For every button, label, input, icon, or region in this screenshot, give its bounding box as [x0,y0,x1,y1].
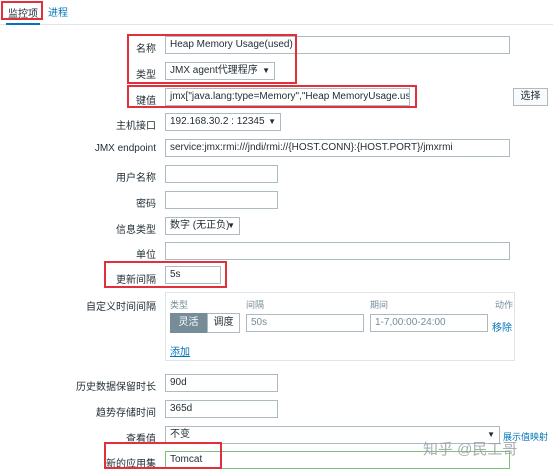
custom-intervals-table: 类型 间隔 期间 动作 灵活 调度 50s 1-7,00:00-24:00 移除… [165,292,515,361]
host-interface-select[interactable]: 192.168.30.2 : 12345 ▼ [165,113,281,131]
watermark-text: 知乎 @民工哥 [423,441,518,458]
highlight-box-update-interval [104,261,227,288]
host-interface-value: 192.168.30.2 : 12345 [170,116,265,127]
show-value-value: 不变 [170,429,190,440]
tab-bar: 监控项 进程 [0,0,553,25]
col-type-header: 类型 [170,300,189,310]
interval-input[interactable]: 50s [246,314,364,332]
unit-input[interactable] [165,242,510,260]
jmx-endpoint-input[interactable]: service:jmx:rmi:///jndi/rmi://{HOST.CONN… [165,139,510,157]
highlight-box-new-application [104,442,222,469]
highlight-box-key [127,85,417,108]
chevron-down-icon: ▼ [227,221,235,230]
flexible-toggle[interactable]: 灵活 [170,313,207,333]
host-interface-label: 主机接口 [116,121,156,132]
highlight-box-tab [1,1,43,20]
scheduling-toggle[interactable]: 调度 [207,313,240,333]
unit-label: 单位 [136,250,156,261]
period-input[interactable]: 1-7,00:00-24:00 [370,314,488,332]
col-period-header: 期间 [370,300,389,310]
history-input[interactable]: 90d [165,374,278,392]
add-link[interactable]: 添加 [170,343,190,358]
username-input[interactable] [165,165,278,183]
password-label: 密码 [136,199,156,210]
info-type-label: 信息类型 [116,225,156,236]
col-action-header: 动作 [495,300,514,310]
jmx-endpoint-label: JMX endpoint [94,143,156,154]
highlight-box-name-type [127,34,297,84]
remove-link[interactable]: 移除 [492,319,512,334]
chevron-down-icon: ▼ [268,117,276,126]
history-label: 历史数据保留时长 [76,382,156,393]
info-type-select[interactable]: 数字 (无正负) ▼ [165,217,240,235]
select-key-button[interactable]: 选择 [513,88,548,106]
trends-input[interactable]: 365d [165,400,278,418]
trends-label: 趋势存储时间 [96,408,156,419]
info-type-value: 数字 (无正负) [170,220,230,231]
password-input[interactable] [165,191,278,209]
custom-intervals-label: 自定义时间间隔 [86,302,156,313]
col-interval-header: 间隔 [246,300,265,310]
username-label: 用户名称 [116,173,156,184]
tab-processes[interactable]: 进程 [48,4,68,19]
